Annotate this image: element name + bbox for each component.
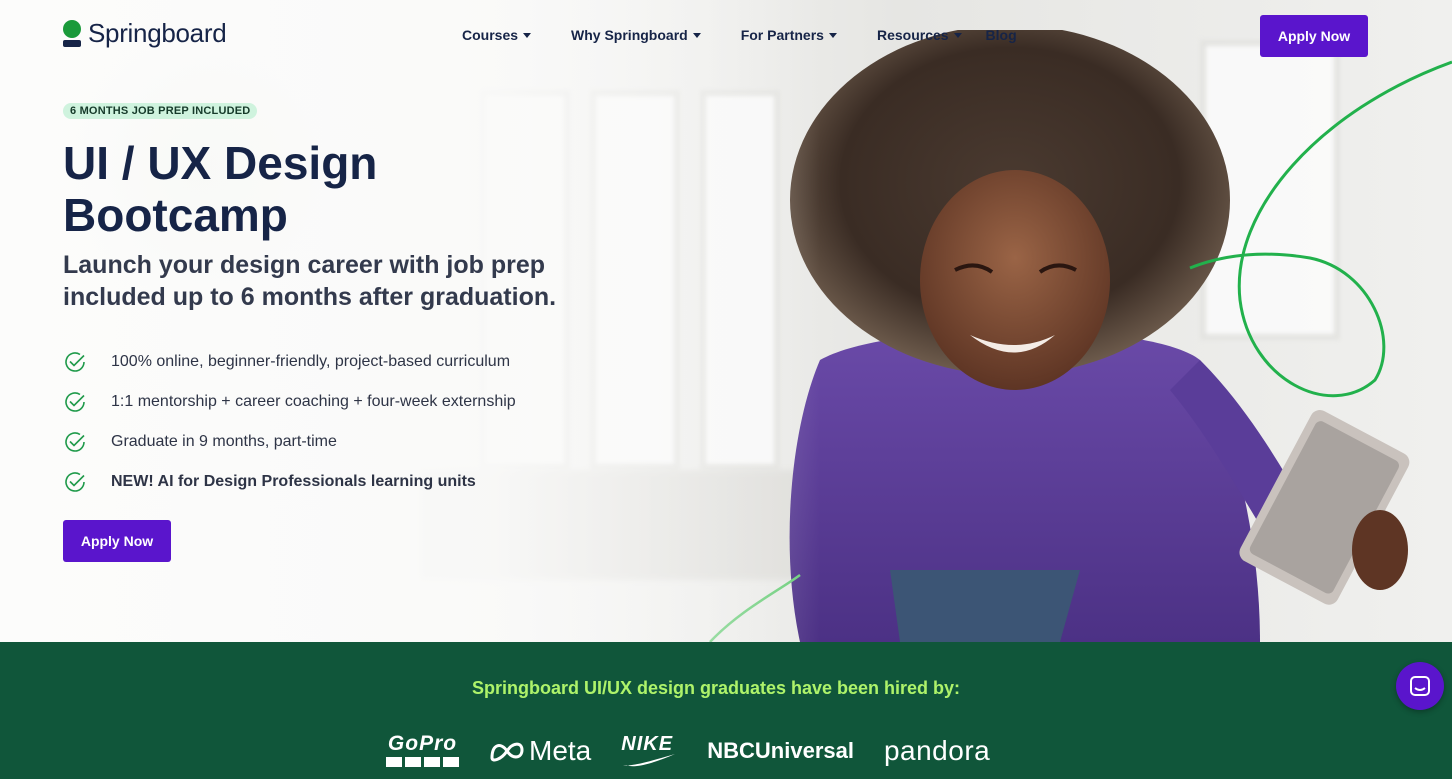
gopro-logo: GoPro bbox=[386, 732, 459, 767]
company-logos: GoPro Meta NIKE NBCUniversal pandora bbox=[386, 732, 991, 767]
list-item: 100% online, beginner-friendly, project-… bbox=[63, 342, 516, 382]
nav-label: Courses bbox=[462, 27, 519, 43]
job-prep-badge: 6 MONTHS JOB PREP INCLUDED bbox=[63, 103, 258, 119]
pandora-logo: pandora bbox=[883, 734, 991, 766]
hero-section bbox=[0, 0, 1452, 642]
hero-apply-now-button[interactable]: Apply Now bbox=[63, 520, 171, 562]
check-circle-icon bbox=[65, 352, 85, 372]
nav-why-springboard[interactable]: Why Springboard bbox=[571, 27, 701, 43]
check-circle-icon bbox=[65, 432, 85, 452]
caret-down-icon bbox=[953, 32, 962, 38]
company-name: Meta bbox=[529, 734, 592, 766]
nbcuniversal-logo: NBCUniversal bbox=[707, 737, 854, 763]
caret-down-icon bbox=[828, 32, 837, 38]
list-item: 1:1 mentorship + career coaching + four-… bbox=[63, 382, 516, 422]
meta-infinity-icon bbox=[490, 742, 524, 761]
meta-logo: Meta bbox=[489, 735, 591, 767]
hero-subtitle: Launch your design career with job prep … bbox=[63, 251, 557, 311]
nav-for-partners[interactable]: For Partners bbox=[741, 27, 837, 43]
nike-swoosh-icon bbox=[623, 753, 676, 766]
caret-down-icon bbox=[523, 32, 532, 38]
nav-blog[interactable]: Blog bbox=[986, 27, 1017, 43]
chat-widget-button[interactable] bbox=[1396, 662, 1444, 710]
springboard-logo-icon bbox=[62, 19, 82, 48]
springboard-logo[interactable]: Springboard bbox=[62, 18, 227, 49]
company-name: GoPro bbox=[387, 732, 458, 755]
feature-text: NEW! AI for Design Professionals learnin… bbox=[111, 473, 476, 490]
nike-logo: NIKE bbox=[621, 732, 677, 767]
caret-down-icon bbox=[692, 32, 701, 38]
nav-resources[interactable]: Resources bbox=[877, 27, 962, 43]
nav-label: Why Springboard bbox=[571, 27, 688, 43]
page-title: UI / UX Design Bootcamp bbox=[63, 137, 378, 241]
header-apply-now-button[interactable]: Apply Now bbox=[1260, 15, 1368, 57]
nav-label: Resources bbox=[876, 27, 949, 43]
list-item: Graduate in 9 months, part-time bbox=[63, 422, 516, 462]
nav-label: For Partners bbox=[740, 27, 824, 43]
nav-courses[interactable]: Courses bbox=[462, 27, 532, 43]
company-name: NIKE bbox=[621, 732, 674, 755]
feature-text: Graduate in 9 months, part-time bbox=[111, 433, 337, 450]
main-nav: Courses Why Springboard For Partners Res… bbox=[462, 27, 1017, 43]
feature-text: 100% online, beginner-friendly, project-… bbox=[111, 353, 511, 370]
check-circle-icon bbox=[65, 392, 85, 412]
feature-text: 1:1 mentorship + career coaching + four-… bbox=[111, 393, 516, 410]
hired-by-title: Springboard UI/UX design graduates have … bbox=[471, 678, 961, 698]
nav-label: Blog bbox=[985, 27, 1017, 43]
hired-by-section: Springboard UI/UX design graduates have … bbox=[0, 642, 1452, 779]
feature-list: 100% online, beginner-friendly, project-… bbox=[63, 342, 516, 502]
list-item: NEW! AI for Design Professionals learnin… bbox=[63, 462, 516, 502]
logo-text: Springboard bbox=[88, 18, 227, 48]
check-circle-icon bbox=[65, 472, 85, 492]
chat-icon bbox=[1410, 676, 1430, 696]
